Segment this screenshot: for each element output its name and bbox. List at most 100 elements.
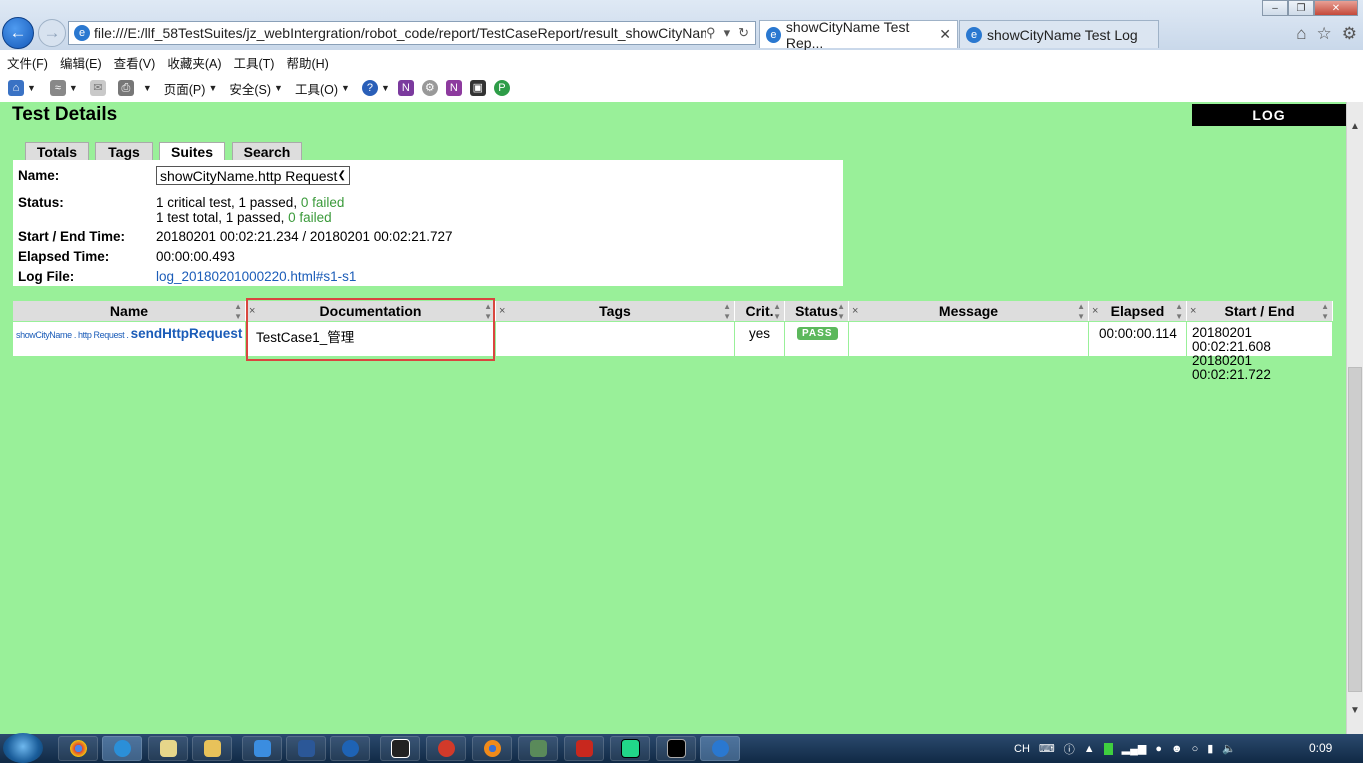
addon-icon: P [493, 80, 510, 96]
taskbar-word[interactable] [286, 736, 326, 761]
menu-file[interactable]: 文件(F) [7, 53, 48, 72]
table-row-elapsed-cell: 00:00:00.114 [1089, 322, 1187, 356]
gear-command[interactable]: ⚙ [421, 80, 438, 96]
menu-favorites[interactable]: 收藏夹(A) [167, 53, 221, 72]
taskbar-chrome[interactable] [58, 736, 98, 761]
home-command[interactable]: ⌂ ▼ [8, 80, 36, 96]
taskbar-cmd[interactable] [656, 736, 696, 761]
onenote-command[interactable]: N [397, 80, 414, 96]
tab-totals[interactable]: Totals [25, 142, 89, 160]
signal-icon[interactable]: ▂▄▆ [1122, 742, 1147, 755]
scroll-down-icon[interactable]: ▼ [1347, 702, 1363, 719]
windows-taskbar: CH ⌨ ⓘ ▲ ▂▄▆ ● ☻ ○ ▮ 🔈 0:09 [0, 733, 1363, 763]
hide-column-icon[interactable]: × [1190, 301, 1196, 321]
back-button[interactable]: ← [2, 17, 34, 49]
language-indicator[interactable]: CH [1014, 743, 1030, 755]
battery-green-icon[interactable] [1103, 742, 1113, 755]
col-header-name[interactable]: Name ▲ ▼ [13, 301, 246, 321]
hide-column-icon[interactable]: × [852, 301, 858, 321]
scroll-up-icon[interactable]: ▲ [1347, 118, 1363, 135]
tools-menu-label: 工具(O) [294, 82, 339, 97]
sort-arrows-icon: ▲ ▼ [1077, 302, 1085, 321]
keyboard-icon[interactable]: ⌨ [1039, 742, 1055, 755]
scroll-thumb[interactable] [1348, 367, 1362, 692]
taskbar-app-g[interactable] [564, 736, 604, 761]
help-tray-icon[interactable]: ⓘ [1064, 741, 1075, 757]
tab-log[interactable]: e showCityName Test Log [959, 20, 1159, 48]
tab-suites[interactable]: Suites [159, 142, 225, 161]
onenote-send-command[interactable]: N [445, 80, 462, 96]
addon-command[interactable]: P [493, 80, 510, 96]
tools-menu[interactable]: 工具(O) ▼ [295, 79, 350, 98]
window-close-icon[interactable]: ✕ [1314, 0, 1358, 16]
table-row-name-cell[interactable]: showCityName . http Request . sendHttpRe… [13, 322, 246, 356]
settings-gear-icon[interactable]: ⚙ [1342, 24, 1357, 44]
hide-column-icon[interactable]: × [499, 301, 505, 321]
taskbar-pycharm[interactable] [610, 736, 650, 761]
taskbar-intellij[interactable] [380, 736, 420, 761]
address-bar[interactable]: e file:///E:/llf_58TestSuites/jz_webInte… [68, 21, 756, 45]
restore-icon[interactable]: ❐ [1288, 0, 1314, 16]
col-header-crit[interactable]: Crit. ▲ ▼ [735, 301, 785, 321]
battery-icon[interactable]: ▮ [1207, 742, 1213, 755]
test-name-link[interactable]: sendHttpRequest [131, 326, 243, 341]
page-menu[interactable]: 页面(P) ▼ [164, 79, 218, 98]
menu-edit[interactable]: 编辑(E) [60, 53, 102, 72]
qq-icon[interactable]: ☻ [1171, 743, 1183, 755]
minimize-icon[interactable]: – [1262, 0, 1288, 16]
mail-command[interactable]: ✉ [89, 80, 106, 96]
taskbar-ie-dark[interactable] [330, 736, 370, 761]
address-url[interactable]: file:///E:/llf_58TestSuites/jz_webInterg… [94, 25, 706, 41]
taskbar-remote[interactable] [518, 736, 558, 761]
pycharm-icon [620, 739, 640, 758]
test-suite-path-link[interactable]: showCityName . http Request . [16, 330, 131, 340]
suite-name-select[interactable]: showCityName.http Request ❮ [156, 166, 350, 185]
taskbar-clock[interactable]: 0:09 [1309, 741, 1332, 755]
favorites-star-icon[interactable]: ☆ [1317, 24, 1332, 44]
search-icon[interactable]: ⚲ [706, 25, 716, 41]
start-button[interactable] [3, 733, 43, 763]
tray-expand-icon[interactable]: ▲ [1084, 743, 1095, 755]
safety-menu[interactable]: 安全(S) ▼ [229, 79, 283, 98]
arrow-left-icon: ← [9, 23, 27, 42]
help-command[interactable]: ? ▼ [361, 80, 390, 96]
col-header-tags-label: Tags [599, 303, 631, 319]
tab-tags[interactable]: Tags [95, 142, 153, 160]
refresh-icon[interactable]: ↻ [738, 25, 749, 41]
menu-help[interactable]: 帮助(H) [286, 53, 328, 72]
home-icon[interactable]: ⌂ [1296, 24, 1306, 44]
tab-search[interactable]: Search [232, 142, 302, 160]
hide-column-icon[interactable]: × [1092, 301, 1098, 321]
forward-button[interactable]: → [38, 19, 66, 47]
col-header-tags[interactable]: × Tags ▲ ▼ [496, 301, 735, 321]
col-header-elapsed[interactable]: × Elapsed ▲ ▼ [1089, 301, 1187, 321]
log-button[interactable]: LOG [1192, 104, 1346, 126]
feeds-command[interactable]: ≈ ▼ [49, 80, 78, 96]
taskbar-firefox[interactable] [472, 736, 512, 761]
network-icon[interactable]: ● [1155, 743, 1162, 755]
close-tab-icon[interactable]: ✕ [939, 26, 951, 43]
chevron-down-icon[interactable]: ▾ [724, 25, 731, 41]
print-command[interactable]: ⎙ ▼ [117, 80, 152, 96]
col-header-start-end[interactable]: × Start / End ▲ ▼ [1187, 301, 1333, 321]
tab-report[interactable]: e showCityName Test Rep... ✕ [759, 19, 958, 51]
col-header-message[interactable]: × Message ▲ ▼ [849, 301, 1089, 321]
taskbar-app-red[interactable] [426, 736, 466, 761]
taskbar-skype[interactable] [102, 736, 142, 761]
volume-icon[interactable]: 🔈 [1222, 742, 1236, 755]
col-header-status[interactable]: Status ▲ ▼ [785, 301, 849, 321]
taskbar-ie[interactable] [700, 736, 740, 761]
menu-tools[interactable]: 工具(T) [233, 53, 274, 72]
screenshot-command[interactable]: ▣ [469, 80, 486, 96]
page-scrollbar[interactable]: ▲ ▼ [1346, 102, 1363, 734]
status-badge: PASS [797, 327, 838, 340]
taskbar-app-blue[interactable] [242, 736, 282, 761]
taskbar-explorer[interactable] [192, 736, 232, 761]
taskbar-notepad[interactable] [148, 736, 188, 761]
menu-view[interactable]: 查看(V) [114, 53, 156, 72]
wechat-icon[interactable]: ○ [1192, 743, 1199, 755]
tab-log-title: showCityName Test Log [987, 26, 1138, 43]
logfile-link[interactable]: log_20180201000220.html#s1-s1 [156, 269, 356, 284]
menu-bar: 文件(F) 编辑(E) 查看(V) 收藏夹(A) 工具(T) 帮助(H) [0, 50, 1363, 74]
name-label: Name: [18, 168, 60, 183]
